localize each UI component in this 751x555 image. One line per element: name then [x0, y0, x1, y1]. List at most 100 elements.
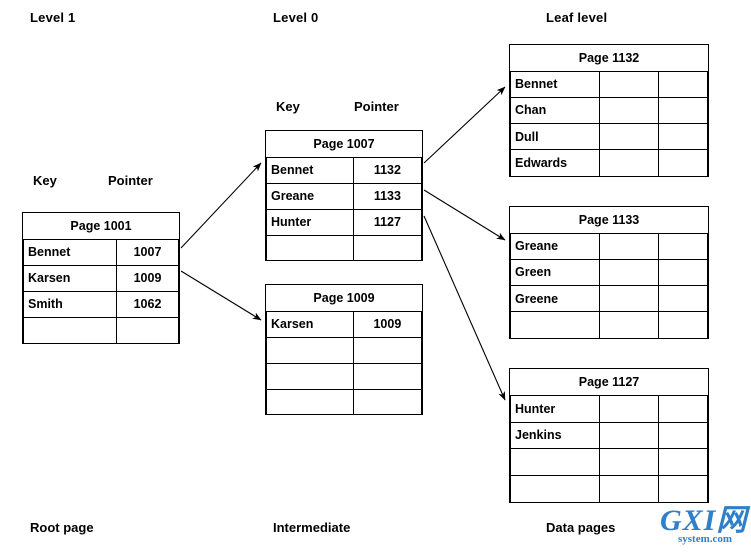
key-cell: Smith [23, 290, 117, 318]
data-cell [598, 421, 659, 450]
data-cell [657, 258, 709, 287]
data-cell [657, 149, 709, 176]
table-row [266, 336, 423, 364]
table-row [266, 362, 423, 390]
key-cell: Karsen [266, 310, 354, 338]
root-page-footer-label: Root page [30, 520, 94, 535]
btree-index-diagram: Level 1 Level 0 Leaf level Key Pointer K… [0, 0, 751, 555]
data-cell [598, 96, 659, 125]
data-cell [598, 285, 659, 313]
page-title-cell: Page 1133 [510, 207, 708, 234]
table-row [510, 474, 709, 502]
table-row: Page 1127 [510, 369, 708, 397]
page-title-cell: Page 1009 [266, 285, 422, 312]
pointer-cell [352, 388, 423, 415]
key-cell [266, 336, 354, 364]
table-row: Hunter 1127 [266, 208, 423, 236]
table-row: Dull [510, 123, 709, 151]
table-row: Page 1132 [510, 45, 708, 72]
data-cell [657, 96, 709, 125]
table-row: Bennet 1007 [23, 238, 179, 266]
key-cell: Edwards [510, 149, 600, 176]
pointer-cell: 1062 [116, 290, 179, 318]
table-row [510, 311, 709, 338]
data-cell [657, 70, 709, 98]
page-title-cell: Page 1007 [266, 131, 422, 158]
key-cell: Jenkins [510, 421, 600, 450]
pointer-cell [352, 336, 423, 364]
table-row: Page 1009 [266, 285, 422, 312]
pointer-cell: 1127 [352, 208, 423, 236]
arrow-page1007-to-page1127 [423, 215, 506, 401]
leaf-page-1127-table: Page 1127 Hunter Jenkins [509, 368, 709, 503]
level-0-label: Level 0 [273, 10, 319, 25]
key-cell [266, 234, 354, 261]
root-pointer-column-header: Pointer [108, 173, 153, 188]
table-row [23, 316, 179, 343]
data-cell [657, 123, 709, 151]
watermark-sub-text: system.com [678, 533, 733, 545]
level0-key-column-header: Key [276, 99, 300, 114]
watermark-main-text: GXI网 [660, 504, 748, 537]
pointer-cell [352, 234, 423, 261]
key-cell [266, 362, 354, 390]
data-cell [598, 149, 659, 176]
key-cell: Hunter [510, 395, 600, 423]
table-row: Page 1007 [266, 131, 422, 158]
data-cell [598, 311, 659, 338]
page-title-cell: Page 1001 [23, 213, 179, 240]
data-pages-footer-label: Data pages [546, 520, 616, 535]
pointer-cell: 1007 [116, 238, 179, 266]
pointer-cell [352, 362, 423, 390]
data-cell [657, 448, 709, 476]
intermediate-page-1009-table: Page 1009 Karsen 1009 [265, 284, 423, 415]
data-cell [598, 448, 659, 476]
data-cell [598, 395, 659, 423]
data-cell [657, 421, 709, 450]
data-cell [598, 474, 659, 502]
data-cell [598, 232, 659, 260]
key-cell: Green [510, 258, 600, 287]
intermediate-footer-label: Intermediate [273, 520, 351, 535]
root-page-table: Page 1001 Bennet 1007 Karsen 1009 Smith … [22, 212, 180, 344]
leaf-level-label: Leaf level [546, 10, 608, 25]
key-cell: Greane [266, 182, 354, 210]
arrow-root-to-page1009 [180, 270, 262, 321]
site-watermark: GXI网 system.com [660, 506, 750, 552]
pointer-cell: 1009 [116, 264, 179, 292]
key-cell [510, 448, 600, 476]
key-cell: Dull [510, 123, 600, 151]
key-cell: Greene [510, 285, 600, 313]
key-cell: Bennet [510, 70, 600, 98]
key-cell [510, 474, 600, 502]
intermediate-page-1007-table: Page 1007 Bennet 1132 Greane 1133 Hunter… [265, 130, 423, 261]
arrow-page1007-to-page1133 [423, 189, 506, 241]
table-row: Green [510, 258, 709, 287]
key-cell: Karsen [23, 264, 117, 292]
leaf-page-1132-table: Page 1132 Bennet Chan Dull Edwards [509, 44, 709, 177]
level0-pointer-column-header: Pointer [354, 99, 399, 114]
key-cell [266, 388, 354, 415]
data-cell [657, 395, 709, 423]
table-row: Karsen 1009 [23, 264, 179, 292]
arrow-root-to-page1007 [180, 162, 262, 249]
table-row [510, 448, 709, 476]
page-title-cell: Page 1127 [510, 369, 708, 397]
table-row: Page 1001 [23, 213, 179, 240]
table-row [266, 234, 423, 261]
data-cell [598, 123, 659, 151]
table-row: Greane 1133 [266, 182, 423, 210]
key-cell: Hunter [266, 208, 354, 236]
data-cell [598, 258, 659, 287]
data-cell [657, 311, 709, 338]
table-row: Hunter [510, 395, 709, 423]
key-cell: Chan [510, 96, 600, 125]
data-cell [598, 70, 659, 98]
arrow-page1007-to-page1132 [423, 86, 506, 164]
table-row: Page 1133 [510, 207, 708, 234]
table-row: Bennet 1132 [266, 156, 423, 184]
pointer-cell: 1132 [352, 156, 423, 184]
page-title-cell: Page 1132 [510, 45, 708, 72]
key-cell: Bennet [23, 238, 117, 266]
table-row: Smith 1062 [23, 290, 179, 318]
